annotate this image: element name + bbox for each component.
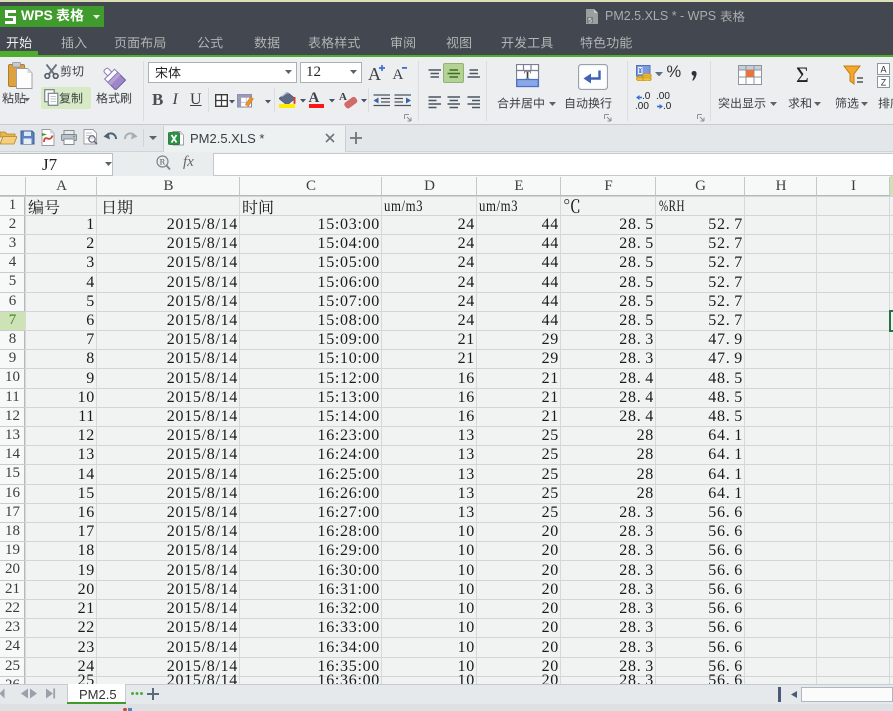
svg-text:A: A <box>880 65 886 75</box>
svg-text:T: T <box>524 70 532 82</box>
svg-text:Z: Z <box>881 78 887 88</box>
svg-text:5: 5 <box>588 17 592 24</box>
svg-text:R: R <box>160 157 166 167</box>
